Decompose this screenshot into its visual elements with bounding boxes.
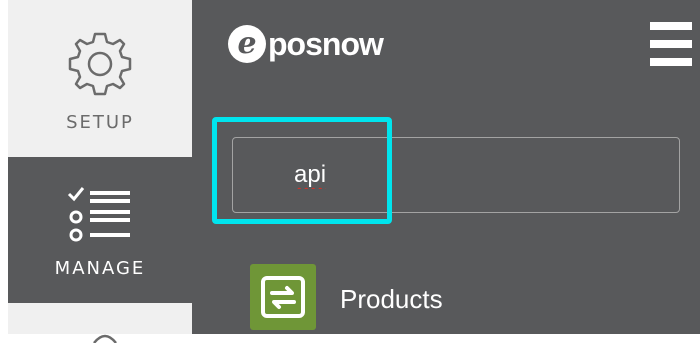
sidebar-item-manage[interactable]: MANAGE: [8, 157, 192, 303]
checklist-icon: [67, 187, 130, 242]
logo-text: posnow: [268, 25, 384, 62]
hamburger-menu-icon[interactable]: [650, 22, 692, 66]
sidebar-item-setup[interactable]: SETUP: [8, 0, 192, 157]
search-input[interactable]: [294, 156, 594, 194]
gear-icon: [68, 32, 132, 96]
sidebar-item-label: SETUP: [66, 112, 134, 133]
products-icon: [250, 264, 316, 330]
logo-e-circle: e: [228, 25, 266, 63]
result-item-products[interactable]: Products: [250, 264, 680, 334]
sidebar-item-label: MANAGE: [54, 258, 146, 279]
partial-icon: [93, 334, 117, 343]
search-field[interactable]: [232, 137, 680, 213]
main-panel: e posnow Products: [192, 0, 700, 334]
sidebar: SETUP MANAGE: [0, 0, 192, 343]
result-label: Products: [340, 284, 443, 314]
eposnow-logo: e posnow: [228, 20, 384, 68]
sidebar-item-next[interactable]: [8, 303, 192, 343]
